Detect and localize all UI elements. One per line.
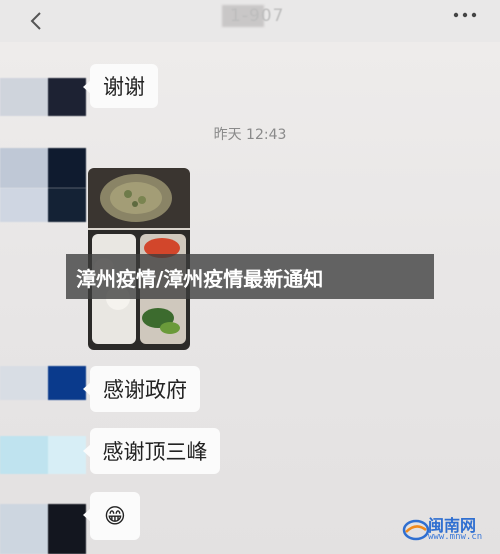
avatar[interactable] xyxy=(0,188,86,222)
avatar[interactable] xyxy=(0,504,86,554)
message-bubble[interactable]: 谢谢 xyxy=(83,64,158,108)
avatar[interactable] xyxy=(0,78,86,116)
watermark-url: www.mnw.cn xyxy=(428,532,483,542)
more-dots-icon[interactable] xyxy=(452,10,478,20)
message-text: 感谢顶三峰 xyxy=(102,440,208,464)
chevron-left-icon[interactable] xyxy=(26,10,48,32)
caption-title: 漳州​疫情/漳州疫情最新通知 xyxy=(76,267,324,291)
avatar[interactable] xyxy=(0,436,86,474)
grinning-emoji-icon: 😁 xyxy=(104,504,126,528)
avatar[interactable] xyxy=(0,366,86,400)
message-text: 谢谢 xyxy=(103,75,145,99)
avatar[interactable] xyxy=(0,148,86,188)
chat-screen-photo: 1-907 谢谢 昨天 12:43 xyxy=(0,0,500,554)
message-text: 感谢政府 xyxy=(103,378,187,402)
message-bubble[interactable]: 😁 xyxy=(83,492,140,540)
message-bubble[interactable]: 感谢顶三峰 xyxy=(83,428,220,474)
chat-title: 1-907 xyxy=(230,6,285,26)
message-timestamp: 昨天 12:43 xyxy=(213,127,287,143)
message-bubble[interactable]: 感谢政府 xyxy=(83,366,200,412)
